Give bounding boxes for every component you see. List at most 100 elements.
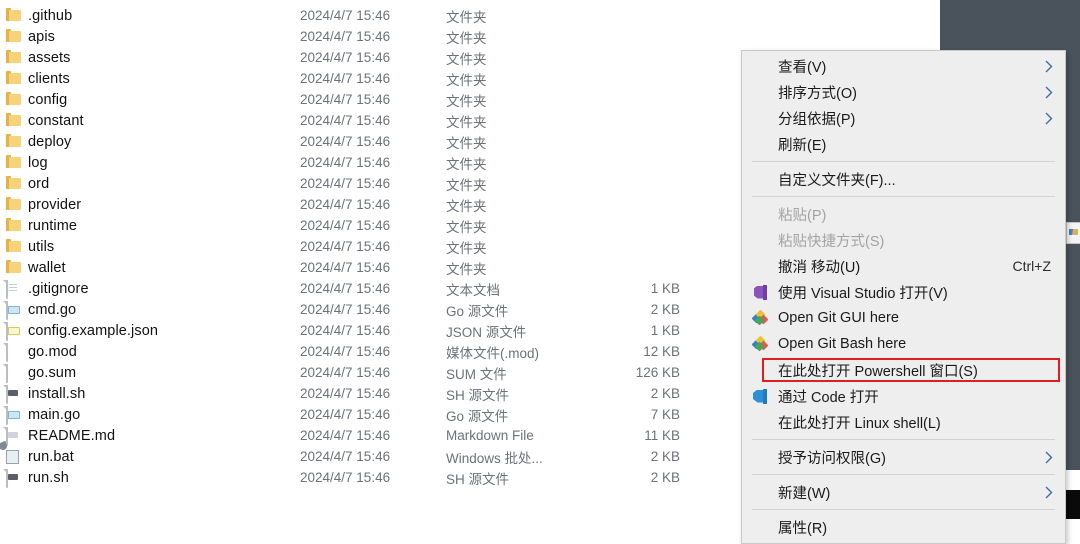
menu-item-w[interactable]: 新建(W) xyxy=(742,479,1065,505)
menu-item-u[interactable]: 撤消 移动(U) Ctrl+Z xyxy=(742,253,1065,279)
file-icon-cell xyxy=(0,468,28,488)
menu-item-label: 在此处打开 Linux shell(L) xyxy=(778,415,941,432)
file-date: 2024/4/7 15:46 xyxy=(300,344,391,359)
menu-item-icon-slot xyxy=(742,335,778,352)
menu-item-open-git-gui-here[interactable]: Open Git GUI here xyxy=(742,305,1065,331)
file-row[interactable]: run.bat 2024/4/7 15:46 Windows 批处... 2 KB xyxy=(0,440,700,467)
folder-icon xyxy=(5,7,23,24)
file-list[interactable]: .github 2024/4/7 15:46 文件夹 apis 2024/4/7 15:… xyxy=(0,0,700,500)
file-row[interactable]: constant 2024/4/7 15:46 文件夹 xyxy=(0,110,700,131)
file-icon-cell xyxy=(0,70,28,87)
edge-sliver-mark xyxy=(1069,229,1078,235)
menu-item-o[interactable]: 排序方式(O) xyxy=(742,79,1065,105)
file-row[interactable]: config.example.json 2024/4/7 15:46 JSON 源文… xyxy=(0,320,700,341)
menu-item-open-git-bash-here[interactable]: Open Git Bash here xyxy=(742,331,1065,357)
menu-item-code[interactable]: 通过 Code 打开 xyxy=(742,383,1065,409)
file-date: 2024/4/7 15:46 xyxy=(300,386,391,401)
file-date: 2024/4/7 15:46 xyxy=(300,470,391,485)
file-name: ord xyxy=(28,175,50,192)
file-name: main.go xyxy=(28,406,81,423)
file-icon-cell xyxy=(0,363,28,383)
file-type: 文件夹 xyxy=(446,72,487,88)
menu-item-label: 分组依据(P) xyxy=(778,111,856,128)
file-row[interactable]: apis 2024/4/7 15:46 文件夹 xyxy=(0,26,700,47)
file-row[interactable]: ord 2024/4/7 15:46 文件夹 xyxy=(0,173,700,194)
file-row[interactable]: wallet 2024/4/7 15:46 文件夹 xyxy=(0,257,700,278)
file-size: 1 KB xyxy=(650,323,680,338)
menu-item-powershell-s[interactable]: 在此处打开 Powershell 窗口(S) xyxy=(742,357,1065,383)
menu-item-r[interactable]: 属性(R) xyxy=(742,514,1065,540)
menu-item-label: 自定义文件夹(F)... xyxy=(778,172,896,189)
menu-item-p[interactable]: 分组依据(P) xyxy=(742,105,1065,131)
menu-item-label: 刷新(E) xyxy=(778,137,827,154)
file-row[interactable]: README.md 2024/4/7 15:46 Markdown File 11 K… xyxy=(0,425,700,446)
file-type: JSON 源文件 xyxy=(446,324,527,340)
folder-icon xyxy=(5,91,23,108)
file-row[interactable]: deploy 2024/4/7 15:46 文件夹 xyxy=(0,131,700,152)
file-type: 文件夹 xyxy=(446,261,487,277)
file-row[interactable]: go.mod 2024/4/7 15:46 媒体文件(.mod) 12 KB xyxy=(0,341,700,362)
file-date: 2024/4/7 15:46 xyxy=(300,302,391,317)
file-type: 文件夹 xyxy=(446,51,487,67)
file-icon-cell xyxy=(0,133,28,150)
file-name: go.mod xyxy=(28,343,77,360)
file-icon-cell xyxy=(0,384,28,404)
menu-item-label: 使用 Visual Studio 打开(V) xyxy=(778,285,948,302)
file-size: 2 KB xyxy=(650,470,680,485)
file-row[interactable]: utils 2024/4/7 15:46 文件夹 xyxy=(0,236,700,257)
file-icon-cell xyxy=(0,440,28,465)
file-icon-cell xyxy=(0,405,28,425)
menu-item-label: 排序方式(O) xyxy=(778,85,857,102)
git-icon xyxy=(751,335,768,352)
menu-item-shortcut: Ctrl+Z xyxy=(1012,258,1052,274)
folder-icon xyxy=(5,133,23,150)
file-size: 2 KB xyxy=(650,449,680,464)
file-name: run.sh xyxy=(28,469,69,486)
chevron-right-icon xyxy=(1041,86,1057,99)
file-row[interactable]: assets 2024/4/7 15:46 文件夹 xyxy=(0,47,700,68)
file-icon-cell xyxy=(0,28,28,45)
file-icon-cell xyxy=(0,238,28,255)
text-file-icon xyxy=(5,279,23,299)
file-name: config.example.json xyxy=(28,322,159,339)
file-name: apis xyxy=(28,28,55,45)
folder-icon xyxy=(5,238,23,255)
file-name: log xyxy=(28,154,48,171)
menu-item-linux-shell-l[interactable]: 在此处打开 Linux shell(L) xyxy=(742,409,1065,435)
file-row[interactable]: clients 2024/4/7 15:46 文件夹 xyxy=(0,68,700,89)
file-date: 2024/4/7 15:46 xyxy=(300,281,391,296)
menu-item-e[interactable]: 刷新(E) xyxy=(742,131,1065,157)
menu-item-icon-slot xyxy=(742,284,778,300)
file-type: Markdown File xyxy=(446,428,534,443)
file-row[interactable]: cmd.go 2024/4/7 15:46 Go 源文件 2 KB xyxy=(0,299,700,320)
file-row[interactable]: run.sh 2024/4/7 15:46 SH 源文件 2 KB xyxy=(0,467,700,488)
blank-file-icon xyxy=(5,363,23,383)
menu-item-visual-studio-v[interactable]: 使用 Visual Studio 打开(V) xyxy=(742,279,1065,305)
file-row[interactable]: log 2024/4/7 15:46 文件夹 xyxy=(0,152,700,173)
file-name: constant xyxy=(28,112,84,129)
file-row[interactable]: install.sh 2024/4/7 15:46 SH 源文件 2 KB xyxy=(0,383,700,404)
menu-item-label: Open Git Bash here xyxy=(778,336,907,352)
file-name: README.md xyxy=(28,427,116,444)
file-row[interactable]: config 2024/4/7 15:46 文件夹 xyxy=(0,89,700,110)
file-row[interactable]: .gitignore 2024/4/7 15:46 文本文档 1 KB xyxy=(0,278,700,299)
file-icon-cell xyxy=(0,175,28,192)
file-date: 2024/4/7 15:46 xyxy=(300,323,391,338)
file-row[interactable]: main.go 2024/4/7 15:46 Go 源文件 7 KB xyxy=(0,404,700,425)
folder-icon xyxy=(5,259,23,276)
file-date: 2024/4/7 15:46 xyxy=(300,260,391,275)
file-row[interactable]: .github 2024/4/7 15:46 文件夹 xyxy=(0,5,700,26)
menu-item-f[interactable]: 自定义文件夹(F)... xyxy=(742,166,1065,192)
file-name: go.sum xyxy=(28,364,77,381)
context-menu[interactable]: 查看(V) 排序方式(O) 分组依据(P) 刷新(E) 自定义文件夹(F)... 粘贴(P… xyxy=(741,50,1066,544)
menu-item-label: 粘贴快捷方式(S) xyxy=(778,233,885,250)
file-icon-cell xyxy=(0,7,28,24)
file-row[interactable]: go.sum 2024/4/7 15:46 SUM 文件 126 KB xyxy=(0,362,700,383)
folder-icon xyxy=(5,112,23,129)
file-type: 文件夹 xyxy=(446,240,487,256)
file-date: 2024/4/7 15:46 xyxy=(300,134,391,149)
file-row[interactable]: provider 2024/4/7 15:46 文件夹 xyxy=(0,194,700,215)
menu-item-g[interactable]: 授予访问权限(G) xyxy=(742,444,1065,470)
menu-item-v[interactable]: 查看(V) xyxy=(742,53,1065,79)
file-row[interactable]: runtime 2024/4/7 15:46 文件夹 xyxy=(0,215,700,236)
